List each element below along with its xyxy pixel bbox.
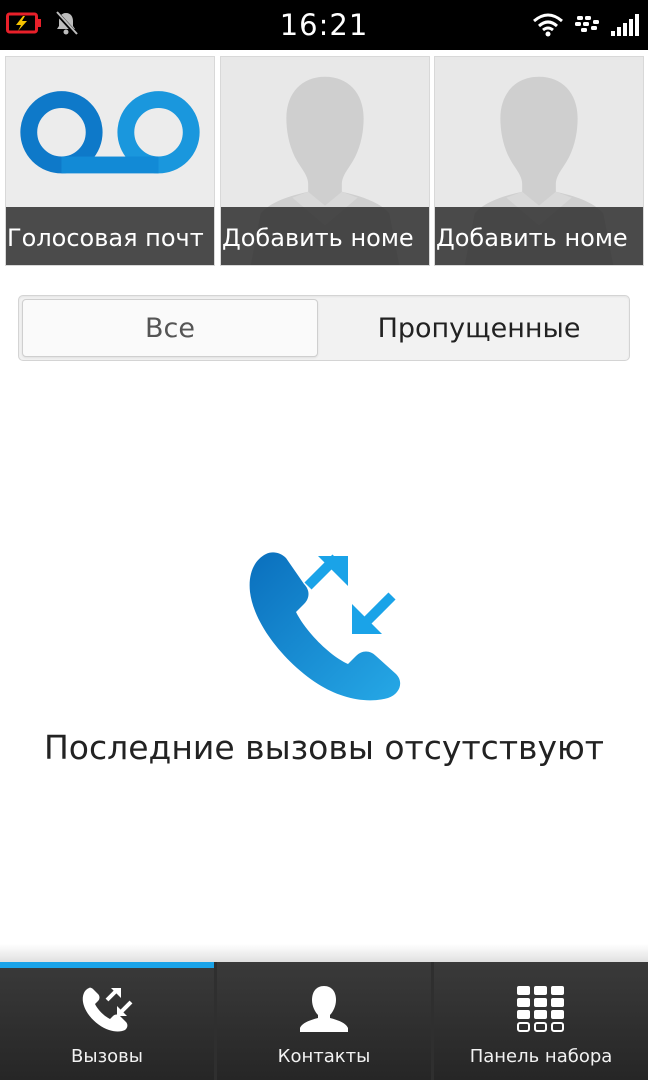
speed-dial: Голосовая почт Добавить номе Добавить но… — [0, 50, 648, 270]
tab-calls[interactable]: Вызовы — [0, 962, 214, 1080]
bottom-nav: Вызовы Контакты Панель набора — [0, 962, 648, 1080]
signal-icon — [611, 14, 639, 36]
tab-label: Вызовы — [71, 1046, 143, 1067]
speed-dial-add-number[interactable]: Добавить номе — [220, 56, 430, 266]
empty-state-message: Последние вызовы отсутствуют — [43, 728, 605, 767]
tab-label: Контакты — [277, 1046, 371, 1067]
active-tab-indicator — [0, 962, 214, 968]
tab-label: Панель набора — [469, 1046, 613, 1067]
speed-dial-label: Добавить номе — [435, 207, 643, 265]
speed-dial-voicemail[interactable]: Голосовая почт — [5, 56, 215, 266]
dialpad-icon — [517, 986, 564, 1032]
contacts-icon — [300, 986, 348, 1032]
calls-icon — [82, 987, 133, 1032]
wifi-icon — [533, 13, 563, 37]
filter-all-button[interactable]: Все — [22, 299, 318, 357]
filter-missed-button[interactable]: Пропущенные — [331, 299, 627, 357]
blackberry-icon — [575, 16, 599, 32]
call-filter: Все Пропущенные — [18, 295, 630, 361]
bottom-nav-shadow — [0, 944, 648, 962]
call-log-icon — [249, 552, 401, 701]
speed-dial-add-number[interactable]: Добавить номе — [434, 56, 644, 266]
tab-contacts[interactable]: Контакты — [217, 962, 431, 1080]
tab-dialpad[interactable]: Панель набора — [434, 962, 648, 1080]
speed-dial-label: Голосовая почт — [6, 207, 214, 265]
status-bar: 16:21 — [0, 0, 648, 50]
speed-dial-label: Добавить номе — [221, 207, 429, 265]
